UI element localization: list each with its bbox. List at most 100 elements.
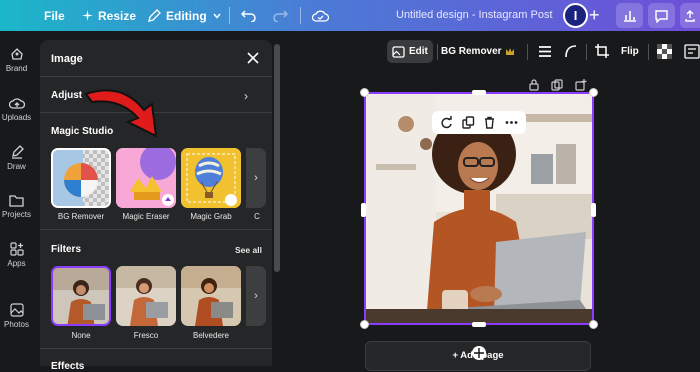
comments-button[interactable] xyxy=(648,3,675,28)
beach-ball-icon xyxy=(53,150,109,206)
filters-next-button[interactable]: › xyxy=(246,266,266,326)
filter-fresco-label: Fresco xyxy=(133,331,159,340)
magic-tools-next-button[interactable]: › xyxy=(246,148,266,208)
pencil-icon xyxy=(148,8,161,22)
element-floating-toolbar xyxy=(432,111,526,134)
toolbar-divider xyxy=(527,44,528,60)
resize-handle[interactable] xyxy=(591,203,596,217)
bar-chart-icon xyxy=(623,11,636,22)
rotate-magic-icon[interactable] xyxy=(440,116,453,129)
rail-item-brand[interactable]: Brand xyxy=(0,47,33,73)
undo-button[interactable] xyxy=(241,0,256,31)
top-bar: File Resize Editing Untitled design - In… xyxy=(0,0,700,31)
photo-icon xyxy=(9,303,24,317)
move-cursor-icon xyxy=(472,346,486,360)
upload-cloud-icon xyxy=(8,98,25,109)
rail-label: Apps xyxy=(7,259,26,268)
filter-none-tile[interactable] xyxy=(51,266,111,326)
toolbar-divider xyxy=(300,7,301,24)
cloud-check-icon xyxy=(312,10,329,22)
rail-label: Photos xyxy=(4,320,29,329)
divider xyxy=(40,229,272,230)
resize-handle[interactable] xyxy=(472,322,486,327)
sparkle-icon xyxy=(82,10,93,21)
insights-button[interactable] xyxy=(616,3,643,28)
file-label: File xyxy=(44,8,65,23)
pen-icon xyxy=(11,145,24,159)
trash-icon[interactable] xyxy=(483,116,496,129)
share-icon xyxy=(685,9,695,22)
resize-handle[interactable] xyxy=(361,203,366,217)
rail-item-uploads[interactable]: Uploads xyxy=(0,97,33,122)
magic-tool-partial-label: C xyxy=(254,212,260,221)
rail-item-draw[interactable]: Draw xyxy=(0,145,33,171)
editing-mode-dropdown[interactable]: Editing xyxy=(147,0,222,31)
editing-label: Editing xyxy=(166,8,207,23)
redo-button[interactable] xyxy=(273,0,288,31)
copy-icon[interactable] xyxy=(462,116,475,129)
border-style-icon[interactable] xyxy=(538,45,552,58)
folder-icon xyxy=(9,195,24,207)
rail-label: Uploads xyxy=(1,113,32,122)
resize-handle[interactable] xyxy=(589,320,598,329)
magic-eraser-label: Magic Eraser xyxy=(122,212,170,221)
filter-none-label: None xyxy=(71,331,91,340)
divider xyxy=(40,348,272,349)
divider xyxy=(40,76,272,77)
crop-icon[interactable] xyxy=(595,44,609,58)
brand-icon xyxy=(10,48,23,60)
see-all-link[interactable]: See all xyxy=(235,245,262,255)
resize-handle[interactable] xyxy=(472,90,486,95)
magic-eraser-tile[interactable] xyxy=(116,148,176,208)
filter-preview xyxy=(53,268,109,324)
position-icon[interactable] xyxy=(684,44,700,59)
share-button[interactable] xyxy=(680,3,700,28)
filters-heading: Filters xyxy=(51,244,82,255)
close-icon[interactable] xyxy=(246,51,260,65)
add-collaborator-button[interactable]: + xyxy=(589,5,600,26)
effects-heading[interactable]: Effects xyxy=(51,361,84,372)
lock-icon[interactable] xyxy=(528,79,540,91)
duplicate-icon[interactable] xyxy=(551,79,563,91)
toolbar-divider xyxy=(437,44,438,60)
filter-fresco-tile[interactable] xyxy=(116,266,176,326)
filter-belvedere-label: Belvedere xyxy=(192,331,230,340)
more-options-icon[interactable] xyxy=(505,116,518,129)
panel-scrollbar[interactable] xyxy=(274,44,280,272)
toolbar-divider xyxy=(586,44,587,60)
bg-remover-tile[interactable] xyxy=(51,148,111,208)
filter-belvedere-tile[interactable] xyxy=(181,266,241,326)
file-menu[interactable]: File xyxy=(44,0,65,31)
resize-handle[interactable] xyxy=(360,320,369,329)
redo-icon xyxy=(273,10,288,22)
apps-icon xyxy=(9,242,24,256)
bg-remover-label: BG Remover xyxy=(57,212,105,221)
document-title[interactable]: Untitled design - Instagram Post xyxy=(396,9,553,21)
transparency-icon[interactable] xyxy=(657,44,672,59)
rail-item-photos[interactable]: Photos xyxy=(0,303,33,329)
resize-button[interactable]: Resize xyxy=(82,0,136,31)
adjust-row[interactable]: Adjust xyxy=(51,90,82,101)
bg-remover-button[interactable]: BG Remover xyxy=(441,46,502,57)
filter-preview xyxy=(181,266,241,326)
save-status-button[interactable] xyxy=(312,0,329,31)
toolbar-divider xyxy=(229,7,230,24)
magic-grab-tile[interactable] xyxy=(181,148,241,208)
chevron-right-icon[interactable]: › xyxy=(244,89,248,103)
rail-label: Brand xyxy=(5,64,28,73)
resize-handle[interactable] xyxy=(589,88,598,97)
rail-item-apps[interactable]: Apps xyxy=(0,242,33,268)
edit-button[interactable]: Edit xyxy=(387,40,433,63)
rail-item-projects[interactable]: Projects xyxy=(0,194,33,219)
eraser-illustration-icon xyxy=(116,148,176,208)
add-page-icon[interactable] xyxy=(575,79,587,91)
corner-rounding-icon[interactable] xyxy=(564,44,577,58)
left-rail: Brand Uploads Draw Projects Apps Photos xyxy=(0,31,33,366)
resize-handle[interactable] xyxy=(360,88,369,97)
red-arrow-annotation xyxy=(84,89,158,138)
avatar[interactable]: I xyxy=(563,3,588,28)
rail-label: Draw xyxy=(7,162,26,171)
flip-button[interactable]: Flip xyxy=(621,46,639,57)
edit-label: Edit xyxy=(409,46,428,57)
chevron-down-icon xyxy=(213,13,221,19)
